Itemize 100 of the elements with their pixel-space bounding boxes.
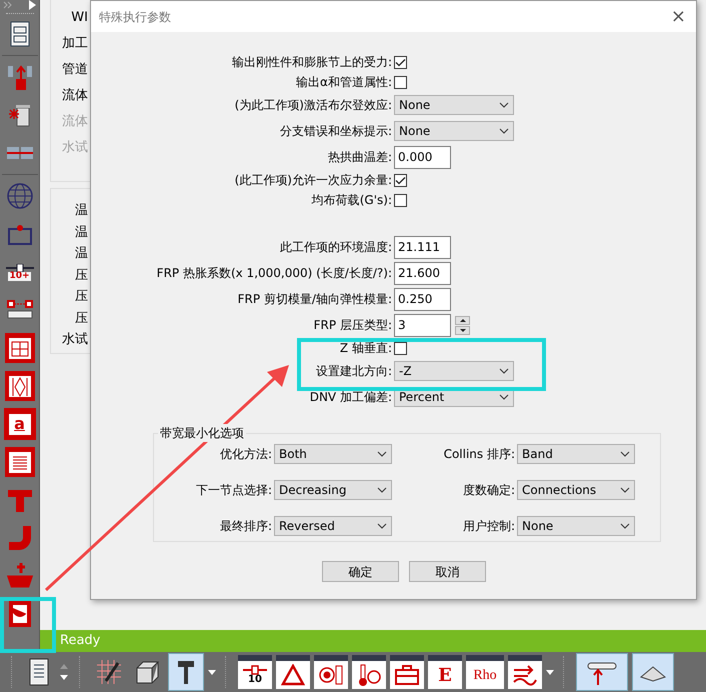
form-label: 压 (74, 288, 88, 306)
hammer-button[interactable] (168, 653, 204, 691)
chevron-down-icon (499, 394, 509, 400)
dropdown[interactable]: None (394, 95, 514, 115)
field-label: 热拱曲温差: (326, 149, 393, 166)
field-label: (此工作项)允许一次应力余量: (234, 172, 393, 189)
field-label: FRP 层压类型: (312, 317, 393, 334)
dropdown[interactable]: None (394, 121, 514, 141)
chevron-down-icon (377, 487, 387, 493)
chevron-down-icon (377, 523, 387, 529)
target-ruler-icon (318, 664, 344, 686)
form-label: WI (70, 8, 88, 26)
form-label: 温 (74, 224, 88, 242)
toolbox-button[interactable] (390, 655, 424, 689)
close-button[interactable]: × (668, 8, 688, 26)
form-label: 温 (74, 245, 88, 264)
field-label: 最终排序: (218, 518, 273, 535)
form-label: 流体 (61, 112, 88, 130)
dropdown[interactable]: None (517, 516, 635, 536)
chevron-down-icon (620, 487, 630, 493)
dropdown-arrow-icon (208, 670, 216, 674)
form-label: 压 (74, 310, 88, 328)
play-icon (29, 0, 36, 10)
field-label: 此工作项的环境温度: (278, 239, 393, 256)
field-label: 分支错误和坐标提示: (278, 123, 393, 140)
spin-down-button[interactable] (455, 326, 470, 334)
input-field[interactable]: 21.111 (394, 236, 451, 258)
checkbox[interactable] (394, 76, 407, 88)
thermometer-gauge-icon (356, 663, 382, 687)
node-button[interactable]: 10 (238, 655, 272, 689)
roof-button[interactable] (632, 653, 674, 691)
check-icon (395, 58, 406, 66)
checkbox[interactable] (394, 342, 407, 354)
up-icon (460, 318, 466, 322)
input-field[interactable]: 21.600 (394, 262, 451, 284)
group-title: 带宽最小化选项 (158, 424, 246, 442)
dialog-button[interactable]: 取消 (409, 561, 486, 582)
form-label: 加工 (61, 34, 88, 52)
double-chevron-icon (3, 1, 13, 9)
form-label: 水试 (61, 331, 88, 350)
input-field[interactable]: 0.000 (394, 146, 451, 168)
field-label: 输出α和管道属性: (295, 74, 393, 91)
flow-button[interactable] (508, 655, 542, 689)
field-label: Collins 排序: (442, 446, 516, 463)
form-label: 压 (74, 266, 88, 285)
field-label: FRP 热胀系数(x 1,000,000) (长度/长度/?): (156, 265, 393, 282)
dropdown[interactable]: Reversed (274, 516, 392, 536)
target-ruler-button[interactable] (314, 655, 348, 689)
input-field[interactable]: 3 (394, 314, 451, 336)
field-label: 设置建北方向: (314, 363, 393, 380)
slider-icon (6, 264, 34, 272)
field-label: 度数确定: (462, 482, 516, 499)
form-label: 温 (74, 202, 88, 220)
toolbox-icon (394, 664, 420, 686)
scroll-document-icon (27, 657, 51, 687)
rho-button[interactable]: Rho (466, 655, 504, 689)
dropdown-arrow-icon (60, 675, 68, 680)
field-label: 优化方法: (218, 446, 273, 463)
chevron-down-icon (377, 451, 387, 457)
checkbox[interactable] (394, 56, 407, 68)
check-icon (395, 176, 406, 184)
dropdown-arrow-icon (546, 670, 554, 674)
down-icon (460, 328, 466, 332)
thermometer-button[interactable] (352, 655, 386, 689)
dropdown[interactable]: -Z (394, 361, 514, 381)
chevron-down-icon (499, 368, 509, 374)
field-label: 输出刚性件和膨胀节上的受力: (230, 54, 393, 71)
dropdown[interactable]: Decreasing (274, 480, 392, 500)
field-label: Z 轴垂直: (338, 340, 393, 357)
checkbox[interactable] (394, 194, 407, 206)
dropdown[interactable]: Connections (517, 480, 635, 500)
e-button[interactable]: E (428, 655, 462, 689)
chevron-down-icon (620, 523, 630, 529)
grid-pencil-icon (94, 657, 124, 687)
input-field[interactable]: 0.250 (394, 288, 451, 310)
globe-icon (4, 181, 34, 211)
pipe-lift-button[interactable] (576, 653, 628, 691)
spin-up-button[interactable] (455, 316, 470, 324)
dialog-button[interactable]: 确定 (322, 561, 399, 582)
dropdown[interactable]: Both (274, 444, 392, 464)
form-label: 管道 (61, 60, 88, 78)
field-label: DNV 加工偏差: (308, 389, 393, 406)
flow-arrows-icon (512, 664, 538, 686)
node-icon (243, 665, 267, 675)
checkbox[interactable] (394, 174, 407, 186)
triangle-icon (281, 664, 305, 686)
triangle-button[interactable] (276, 655, 310, 689)
chevron-down-icon (620, 451, 630, 457)
status-text: Ready (60, 632, 100, 650)
slider-button[interactable]: 10+ (2, 253, 38, 291)
chevron-down-icon (499, 128, 509, 134)
dropdown[interactable]: Band (517, 444, 635, 464)
coil-frame-icon (4, 446, 36, 478)
field-label: (为此工作项)激活布尔登效应: (234, 97, 393, 114)
letter-button[interactable]: a (4, 408, 36, 440)
field-label: FRP 剪切模量/轴向弹性模量: (236, 291, 393, 308)
form-label: 流体 (61, 86, 88, 104)
field-label: 用户控制: (462, 518, 516, 535)
field-label: 下一节点选择: (194, 482, 273, 499)
chevron-down-icon (499, 102, 509, 108)
